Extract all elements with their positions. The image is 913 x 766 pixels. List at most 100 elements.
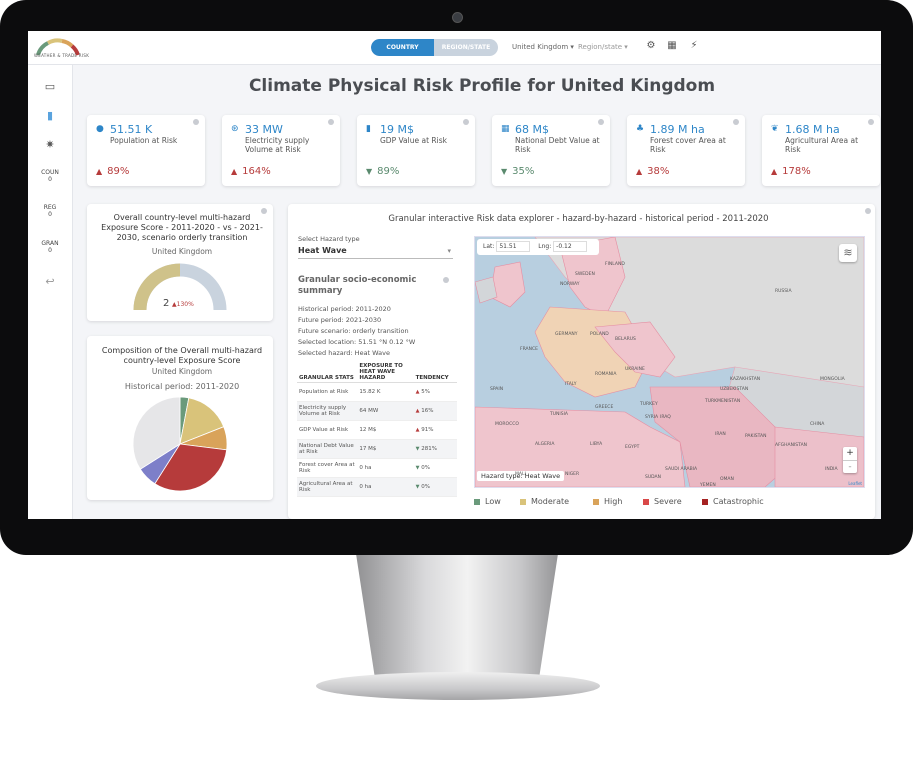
region-select[interactable]: Region/state ▾ [578,43,628,51]
legend-item: Catastrophic [702,497,764,506]
stat-tendency-value: 91% [421,427,434,433]
stat-name: Electricity supply Volume at Risk [297,401,358,421]
stat-tendency: ▼ 0% [413,458,457,478]
table-header-row: GRANULAR STATS EXPOSURE TO HEAT WAVE HAZ… [297,362,457,383]
map-attribution[interactable]: Leaflet [848,481,862,486]
tree-icon: ♣ [636,124,645,134]
gauge-change-value: 130% [176,301,194,308]
summary-line: Selected location: 51.51 °N 0.12 °W [298,338,416,346]
map-place-label: EGYPT [625,445,640,450]
info-icon[interactable] [443,277,449,283]
sidebar-item-count: 0 [48,211,52,218]
sidebar-item-label: GRAN [41,240,59,247]
kpi-trend-value: 178% [782,166,811,177]
lng-input[interactable]: -0.12 [553,241,588,252]
summary-title: Granular socio-economic summary [298,275,417,296]
info-icon[interactable] [733,119,739,125]
triangle-up-icon: ▲ [636,167,643,176]
sidebar-item-country[interactable]: COUN 0 [28,169,72,183]
building-icon: ▦ [501,124,510,134]
map-canvas[interactable] [475,237,864,487]
wallet-icon[interactable]: ▭ [42,80,58,93]
kpi-label: Agricultural Area at Risk [785,136,859,154]
stat-tendency: ▲ 5% [413,382,457,402]
triangle-up-icon: ▲ [96,167,103,176]
top-bar: WEATHER & TRADE RISK COUNTRY REGION/STAT… [28,31,881,65]
lat-input[interactable]: 51.51 [496,241,531,252]
sidebar-item-count: 0 [48,176,52,183]
country-region-toggle[interactable]: COUNTRY REGION/STATE [371,39,498,56]
map-place-label: SWEDEN [575,272,595,277]
info-icon[interactable] [328,119,334,125]
layers-icon[interactable]: ≋ [839,244,857,262]
kpi-trend: ▲ 89% [96,166,129,177]
legend-label: High [604,497,623,506]
map-place-label: TUNISIA [550,412,568,417]
kpi-trend-value: 89% [377,166,400,177]
map-place-label: KAZAKHSTAN [730,377,761,382]
summary-line: Selected hazard: Heat Wave [298,349,391,357]
legend-swatch [520,498,526,505]
sidebar-item-region[interactable]: REG 0 [28,204,72,218]
pie-subtitle: United Kingdom [151,367,213,376]
kpi-card: ▦ 68 M$ National Debt Value at Risk ▼ 35% [492,115,610,186]
country-select-value: United Kingdom [512,43,569,51]
bar-chart-icon[interactable]: ▮ [42,109,58,122]
info-icon[interactable] [868,119,874,125]
chevron-down-icon: ▾ [570,43,574,51]
toggle-country[interactable]: COUNTRY [371,39,434,56]
legend-item: Low [474,497,501,506]
map-place-label: GREECE [595,405,614,410]
explorer-card: Granular interactive Risk data explorer … [288,204,875,519]
stat-name: Agricultural Area at Risk [297,477,358,497]
hazard-icon[interactable]: ⚡ [688,40,700,52]
lng-label: Lng: [538,243,552,250]
virus-icon[interactable]: ✷ [42,138,58,151]
stat-exposure: 17 M$ [357,439,414,459]
country-select[interactable]: United Kingdom ▾ [512,43,574,51]
map-place-label: TURKMENISTAN [705,399,741,404]
person-icon: ● [96,124,104,134]
map-place-label: IRAQ [660,415,671,420]
stat-exposure: 0 ha [357,458,414,478]
toggle-region[interactable]: REGION/STATE [434,39,498,56]
legend-swatch [593,498,599,505]
british-isles-region[interactable] [489,261,526,308]
legend-label: Low [485,497,501,506]
map-place-label: ALGERIA [535,442,555,447]
summary-line: Future period: 2021-2030 [298,316,382,324]
zoom-in-button[interactable]: + [843,447,857,461]
zoom-out-button[interactable]: - [843,461,857,473]
stat-tendency-value: 16% [421,408,434,414]
kpi-label: GDP Value at Risk [380,136,447,145]
info-icon[interactable] [193,119,199,125]
kpi-label: Forest cover Area at Risk [650,136,726,154]
triangle-down-icon: ▼ [415,465,420,471]
info-icon[interactable] [598,119,604,125]
filter-icon[interactable]: ⚙ [645,40,657,52]
map-place-label: CHINA [810,422,825,427]
sidebar-item-count: 0 [48,247,52,254]
hazard-select[interactable]: Heat Wave ▾ [298,244,453,259]
leaf-icon: ❦ [771,124,779,134]
electricity-icon: ⊛ [231,124,239,134]
table-header: TENDENCY [413,362,457,383]
sidebar-item-granular[interactable]: GRAN 0 [28,240,72,254]
stat-tendency-value: 0% [421,465,430,471]
risk-map[interactable]: Lat: 51.51 Lng: -0.12 ≋ + - Hazard type:… [474,236,865,488]
stat-tendency: ▲ 91% [413,420,457,440]
back-arrow-icon[interactable]: ↩ [42,275,58,288]
app-screen: WEATHER & TRADE RISK COUNTRY REGION/STAT… [28,31,881,519]
kpi-card: ♣ 1.89 M ha Forest cover Area at Risk ▲ 38% [627,115,745,186]
stat-tendency: ▼ 281% [413,439,457,459]
map-place-label: NIGER [565,472,580,477]
map-place-label: NORWAY [560,282,580,287]
map-place-label: AFGHANISTAN [775,443,808,448]
map-place-label: UKRAINE [625,367,645,372]
legend-swatch [702,498,708,505]
sidebar-item-label: COUN [41,169,59,176]
coordinates-box: Lat: 51.51 Lng: -0.12 [477,239,599,255]
map-place-label: YEMEN [700,483,716,488]
info-icon[interactable] [463,119,469,125]
calendar-icon[interactable]: ▦ [666,40,678,52]
